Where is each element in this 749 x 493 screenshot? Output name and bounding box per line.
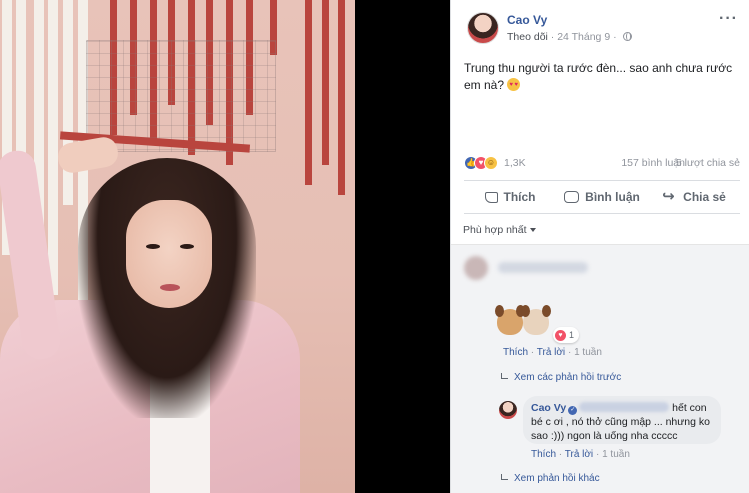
author-avatar[interactable] [467, 12, 499, 44]
reply-author-avatar[interactable] [499, 401, 517, 419]
view-other-replies-label: Xem phản hồi khác [514, 473, 600, 484]
post-header: Cao Vy Theo dõi · 24 Tháng 9 · ··· [451, 0, 749, 50]
view-previous-replies-link[interactable]: Xem các phản hồi trước [501, 372, 621, 383]
author-name[interactable]: Cao Vy [507, 13, 547, 27]
separator: · [567, 347, 572, 358]
reply-like-link[interactable]: Thích [531, 449, 556, 460]
post-status: Trung thu người ta rước đèn... sao anh c… [464, 60, 740, 94]
sticker-dog [495, 305, 525, 335]
comment-reply-link[interactable]: Trả lời [537, 347, 565, 358]
comment-sort-dropdown[interactable]: Phù hợp nhất [463, 224, 536, 236]
post-photo[interactable] [0, 0, 355, 493]
dog-sticker [495, 303, 553, 341]
reaction-count[interactable]: 1,3K [504, 157, 526, 169]
share-icon [662, 187, 677, 205]
commenter-name-blurred[interactable] [498, 262, 588, 273]
photo-ribbon [322, 0, 329, 165]
view-other-replies-link[interactable]: Xem phản hồi khác [501, 473, 600, 484]
comment-button[interactable]: Bình luận [556, 181, 648, 213]
post-meta: Theo dõi · 24 Tháng 9 · [507, 31, 632, 43]
reply-time[interactable]: 1 tuần [602, 449, 630, 460]
post-sidebar: Cao Vy Theo dõi · 24 Tháng 9 · ··· Trung… [450, 0, 749, 493]
comment-actions: Thích · Trả lời · 1 tuần [503, 347, 602, 358]
comment-label: Bình luận [585, 190, 640, 204]
photo-ribbon [338, 0, 345, 195]
reaction-summary[interactable]: 👍 ♥ ☺ 1,3K 157 bình luận 5 lượt chia sẻ [464, 154, 740, 174]
reply-actions: Thích · Trả lời · 1 tuần [531, 449, 630, 460]
mentioned-name-blurred[interactable] [579, 402, 670, 412]
comment-reaction-count: 1 [569, 330, 575, 340]
heart-eyes-emoji-icon [507, 77, 521, 94]
reply-bubble: Cao Vy ✓ hết con bé c ơi , nó thở cũng mậ… [523, 396, 721, 444]
more-options-icon[interactable]: ··· [719, 10, 738, 28]
reply-text: bé c ơi , nó thở cũng mập ... nhưng ko s… [531, 416, 710, 442]
love-reaction-icon: ♥ [555, 329, 566, 341]
like-button[interactable]: Thích [464, 181, 556, 213]
view-previous-replies-label: Xem các phản hồi trước [514, 372, 622, 383]
comment-icon [564, 191, 580, 203]
post-date[interactable]: 24 Tháng 9 [557, 31, 610, 43]
comment-reaction-badge[interactable]: ♥ 1 [553, 327, 580, 343]
sort-label: Phù hợp nhất [463, 224, 527, 236]
separator: · [558, 449, 563, 460]
photo-face [126, 200, 212, 308]
photo-eye [180, 244, 194, 249]
reply-author-name[interactable]: Cao Vy [531, 402, 566, 414]
photo-ribbon [48, 0, 58, 295]
commenter-avatar[interactable] [464, 256, 488, 280]
reply-text-line1: hết con [672, 402, 707, 414]
like-icon [484, 191, 498, 203]
like-label: Thích [503, 190, 536, 204]
verified-icon: ✓ [568, 406, 578, 415]
separator: · [530, 347, 535, 358]
photo-ribbon [305, 0, 312, 185]
reply-arrow-icon [501, 373, 508, 379]
haha-reaction-icon: ☺ [484, 156, 498, 170]
status-text: Trung thu người ta rước đèn... sao anh c… [464, 61, 733, 92]
post-action-bar: Thích Bình luận Chia sẻ [464, 180, 740, 214]
share-button[interactable]: Chia sẻ [648, 181, 740, 213]
share-count[interactable]: 5 lượt chia sẻ [676, 157, 740, 169]
follow-link[interactable]: Theo dõi [507, 31, 548, 43]
photo-eye [146, 244, 160, 249]
comment-like-link[interactable]: Thích [503, 347, 528, 358]
photo-ribbon [63, 0, 73, 205]
globe-icon [622, 32, 632, 41]
photo-lips [160, 284, 180, 291]
sticker-dog [521, 305, 551, 335]
share-label: Chia sẻ [683, 190, 726, 204]
reply-arrow-icon [501, 474, 508, 480]
photo-letterbox [355, 0, 450, 493]
caret-down-icon [529, 228, 536, 232]
reply-reply-link[interactable]: Trả lời [565, 449, 593, 460]
meta-separator: · [613, 31, 620, 43]
separator: · [595, 449, 600, 460]
comment-time[interactable]: 1 tuần [574, 347, 602, 358]
